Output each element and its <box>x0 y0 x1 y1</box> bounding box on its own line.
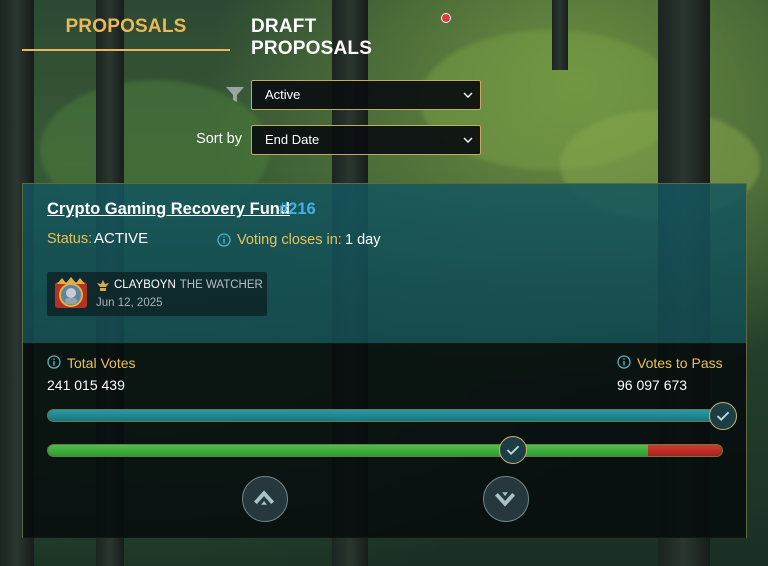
proposal-title-link[interactable]: Crypto Gaming Recovery Fund <box>47 200 290 219</box>
pass-threshold-marker <box>499 436 528 464</box>
tab-draft-proposals[interactable]: DRAFT PROPOSALS <box>251 13 451 60</box>
notification-dot <box>441 13 451 23</box>
chevron-down-icon <box>495 492 516 507</box>
proposal-card: Crypto Gaming Recovery Fund #216 Status:… <box>22 183 747 538</box>
tab-draft-proposals-label: DRAFT PROPOSALS <box>251 16 373 59</box>
chevron-down-icon <box>463 137 473 143</box>
active-tab-underline <box>22 49 230 51</box>
status-filter-value: Active <box>265 87 301 102</box>
check-icon <box>507 445 520 456</box>
downvote-button[interactable] <box>483 476 529 522</box>
total-votes-value: 241 015 439 <box>47 377 125 393</box>
info-icon <box>47 355 61 369</box>
voting-panel: Total Votes 241 015 439 Votes to Pass 96… <box>23 343 746 538</box>
approval-progress-bar <box>47 444 723 457</box>
avatar <box>55 277 87 308</box>
total-votes-label: Total Votes <box>67 355 136 371</box>
info-icon <box>617 355 631 369</box>
info-icon <box>217 233 231 247</box>
author-name: CLAYBOYN THE WATCHER <box>114 279 263 291</box>
chevron-down-icon <box>463 92 473 98</box>
sort-value: End Date <box>265 132 320 147</box>
status-label: Status: <box>47 231 93 247</box>
funnel-icon <box>226 87 244 102</box>
author-title: THE WATCHER <box>179 279 263 291</box>
votes-to-pass-value: 96 097 673 <box>617 377 688 393</box>
total-votes-fill <box>48 410 722 421</box>
proposal-date: Jun 12, 2025 <box>96 297 163 309</box>
approval-no-fill <box>647 445 722 456</box>
author-username: CLAYBOYN <box>114 279 176 291</box>
rank-icon <box>97 280 109 291</box>
voting-closes-label: Voting closes in: <box>237 232 342 248</box>
upvote-button[interactable] <box>242 476 288 522</box>
total-votes-progress-bar <box>47 409 723 422</box>
voting-closes-value: 1 day <box>345 232 381 248</box>
sort-select[interactable]: End Date <box>251 125 481 155</box>
proposal-number: #216 <box>279 200 316 218</box>
check-icon <box>716 411 730 422</box>
sort-by-label: Sort by <box>196 131 242 147</box>
chevron-up-icon <box>254 490 275 505</box>
proposal-header: Crypto Gaming Recovery Fund #216 Status:… <box>23 184 746 344</box>
approval-yes-fill <box>48 445 648 456</box>
author-card[interactable]: CLAYBOYN THE WATCHER Jun 12, 2025 <box>47 272 267 316</box>
proposal-tabs: PROPOSALS DRAFT PROPOSALS <box>22 0 451 59</box>
votes-to-pass-label: Votes to Pass <box>637 355 723 371</box>
status-value: ACTIVE <box>94 230 149 247</box>
status-filter-select[interactable]: Active <box>251 80 481 110</box>
quorum-check-marker <box>709 402 737 430</box>
tab-proposals[interactable]: PROPOSALS <box>22 16 230 38</box>
